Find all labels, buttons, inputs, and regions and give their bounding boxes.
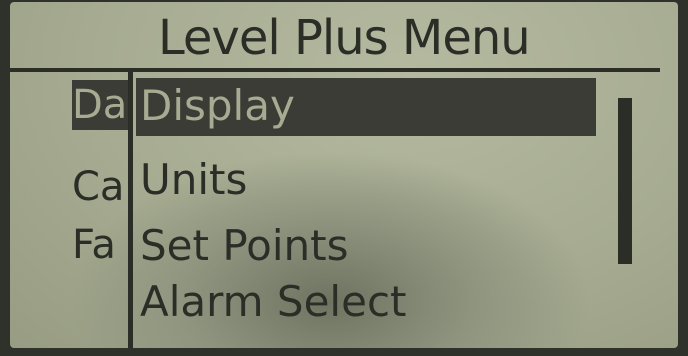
lcd-screen: Level Plus Menu Da Ca Fa Display Units S…	[10, 2, 678, 348]
menu-title: Level Plus Menu	[158, 10, 531, 66]
scrollbar[interactable]	[618, 98, 632, 264]
menu-item-display[interactable]: Display	[136, 78, 596, 136]
parent-menu: Da Ca Fa	[10, 72, 128, 348]
menu-divider	[128, 68, 133, 348]
menu-item-alarm-select[interactable]: Alarm Select	[136, 274, 596, 332]
menu-item-units[interactable]: Units	[136, 152, 596, 210]
menu-item-set-points[interactable]: Set Points	[136, 218, 596, 276]
parent-menu-item-factory[interactable]: Fa	[72, 220, 128, 270]
device-bezel: Level Plus Menu Da Ca Fa Display Units S…	[0, 0, 688, 356]
parent-menu-item-display[interactable]: Da	[72, 80, 128, 130]
parent-menu-item-calibration[interactable]: Ca	[72, 162, 128, 212]
submenu-list: Display Units Set Points Alarm Select	[136, 72, 606, 348]
